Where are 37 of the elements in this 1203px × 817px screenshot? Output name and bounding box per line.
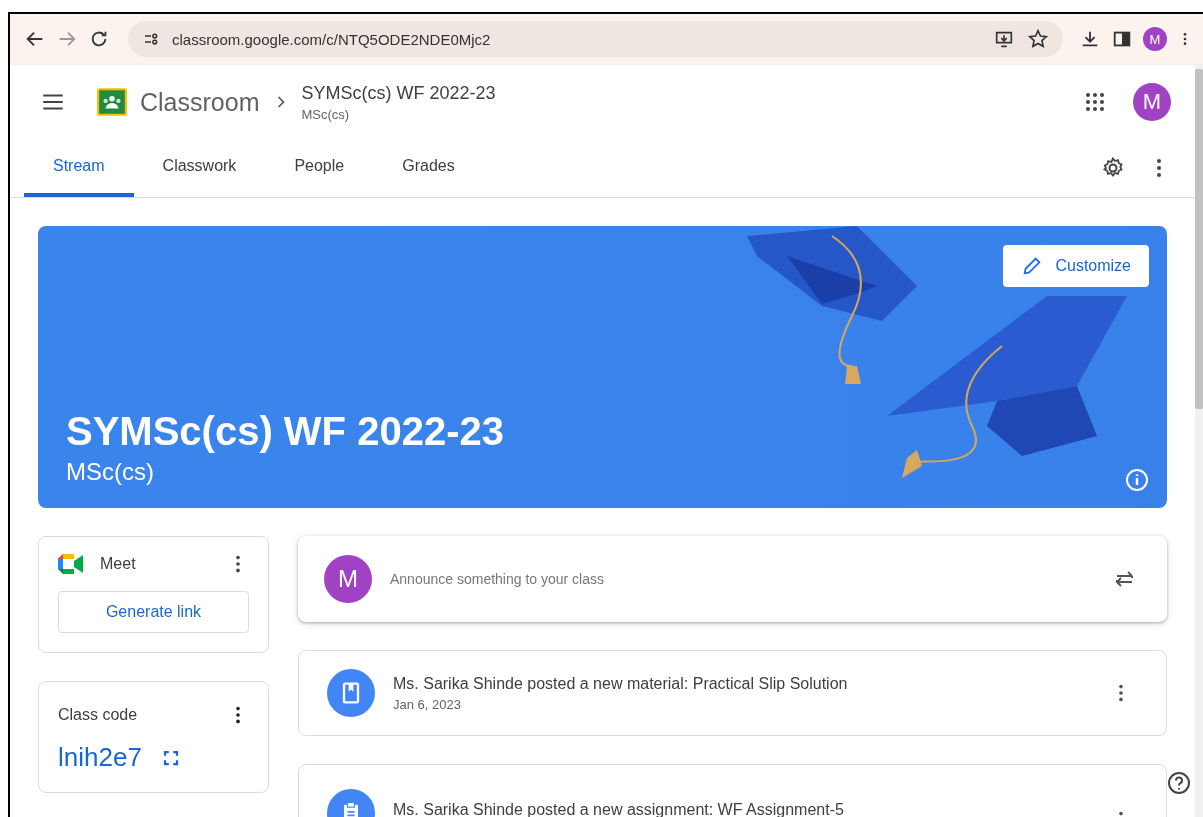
post-type-icon bbox=[327, 669, 375, 717]
fullscreen-icon[interactable] bbox=[161, 748, 180, 767]
app-name[interactable]: Classroom bbox=[140, 87, 260, 117]
video-camera-icon bbox=[58, 554, 84, 574]
stream-post[interactable]: Ms. Sarika Shinde posted a new material: Practical Slip Solution Jan 6, 2023 bbox=[298, 650, 1167, 736]
announcement-box[interactable]: M Announce something to your class bbox=[298, 536, 1167, 622]
url-text: classroom.google.com/c/NTQ5ODE2NDE0Mjc2 bbox=[172, 30, 491, 48]
generate-link-button[interactable]: Generate link bbox=[58, 591, 249, 633]
meet-title: Meet bbox=[100, 555, 136, 573]
post-date: Jan 6, 2023 bbox=[393, 696, 462, 712]
user-avatar[interactable]: M bbox=[1133, 83, 1171, 121]
bookmark-star-icon[interactable] bbox=[1027, 28, 1049, 50]
more-icon[interactable] bbox=[235, 704, 241, 726]
help-icon[interactable] bbox=[1167, 771, 1191, 795]
more-icon[interactable] bbox=[235, 553, 241, 575]
tab[interactable]: Classwork bbox=[133, 139, 266, 197]
tab[interactable]: Grades bbox=[373, 139, 484, 197]
class-code-label: Class code bbox=[58, 706, 138, 724]
scrollbar-thumb[interactable] bbox=[1195, 69, 1203, 409]
announce-placeholder: Announce something to your class bbox=[390, 571, 604, 587]
classroom-logo-icon bbox=[96, 86, 128, 118]
banner-subtitle: MSc(cs) bbox=[66, 458, 155, 486]
more-icon[interactable] bbox=[1118, 682, 1124, 704]
site-settings-icon[interactable] bbox=[142, 30, 160, 48]
class-code-value: lnih2e7 bbox=[58, 742, 142, 773]
tab[interactable]: Stream bbox=[24, 139, 134, 197]
info-icon[interactable] bbox=[1125, 468, 1149, 492]
profile-avatar[interactable]: M bbox=[1143, 27, 1167, 51]
banner-title: SYMSc(cs) WF 2022-23 bbox=[66, 409, 504, 454]
customize-button[interactable]: Customize bbox=[1003, 245, 1149, 287]
class-section: MSc(cs) bbox=[301, 106, 496, 122]
class-name: SYMSc(cs) WF 2022-23 bbox=[301, 82, 496, 104]
tab[interactable]: People bbox=[265, 139, 374, 197]
user-avatar: M bbox=[324, 555, 372, 603]
apps-grid-icon[interactable] bbox=[1083, 90, 1107, 114]
address-bar[interactable]: classroom.google.com/c/NTQ5ODE2NDE0Mjc2 bbox=[128, 21, 1063, 57]
post-title: Ms. Sarika Shinde posted a new material: Practical Slip Solution bbox=[393, 674, 848, 693]
